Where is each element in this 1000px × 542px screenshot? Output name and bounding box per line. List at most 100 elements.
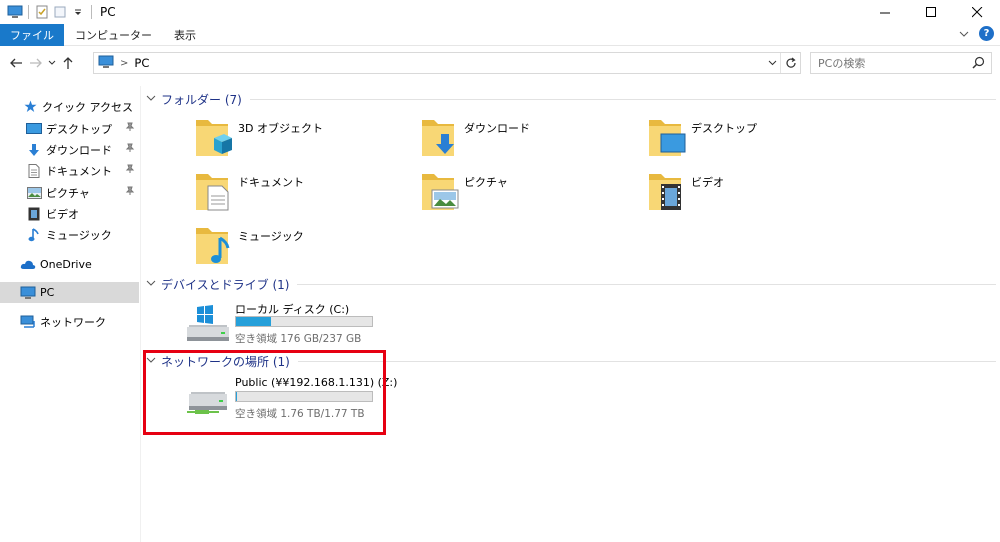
search-box[interactable]: [810, 52, 992, 74]
document-icon: [26, 163, 42, 179]
drive-name: ローカル ディスク (C:): [235, 303, 350, 316]
sidebar-item-label: ダウンロード: [46, 143, 112, 157]
folder-item-documents[interactable]: ドキュメント: [194, 170, 404, 214]
highlight-annotation-box: [143, 350, 386, 435]
breadcrumb-chevron-icon[interactable]: >: [120, 58, 128, 69]
group-divider: [297, 283, 996, 285]
maximize-button[interactable]: [908, 0, 954, 24]
sidebar-item-label: ミュージック: [46, 228, 112, 242]
sidebar-item-music[interactable]: ミュージック: [0, 224, 139, 245]
close-icon: [971, 6, 982, 17]
group-header-folders[interactable]: フォルダー (7): [146, 89, 996, 109]
sidebar-item-label: ドキュメント: [46, 164, 112, 178]
help-button[interactable]: ?: [979, 26, 994, 41]
3d-objects-folder-icon: [194, 116, 234, 160]
folder-item-pictures[interactable]: ピクチャ: [420, 170, 630, 214]
sidebar-item-videos[interactable]: ビデオ: [0, 203, 139, 224]
folder-item-3d-objects[interactable]: 3D オブジェクト: [194, 116, 404, 160]
group-divider: [249, 98, 996, 100]
chevron-down-icon[interactable]: [146, 94, 158, 105]
pc-icon[interactable]: [6, 3, 24, 21]
sidebar-item-label: PC: [40, 286, 55, 299]
desktop-icon: [26, 121, 42, 137]
address-dropdown-button[interactable]: [764, 53, 780, 73]
folder-label: 3D オブジェクト: [238, 122, 323, 135]
recent-locations-button[interactable]: [46, 52, 58, 74]
up-button[interactable]: [58, 52, 78, 74]
videos-folder-icon: [647, 170, 687, 214]
folder-label: ダウンロード: [464, 122, 530, 135]
refresh-icon: [785, 57, 796, 68]
navigation-pane: クイック アクセス デスクトップ ダウンロード ドキュメント ピクチャ ビデオ: [0, 86, 141, 542]
pc-icon: [98, 55, 114, 72]
refresh-button[interactable]: [780, 53, 800, 73]
sidebar-item-desktop[interactable]: デスクトップ: [0, 118, 139, 139]
folder-item-music[interactable]: ミュージック: [194, 224, 404, 268]
close-button[interactable]: [954, 0, 1000, 24]
pin-icon[interactable]: [125, 164, 135, 177]
folder-item-desktop[interactable]: デスクトップ: [647, 116, 857, 160]
folder-label: ビデオ: [691, 176, 724, 189]
back-arrow-icon: [10, 58, 22, 68]
tab-view[interactable]: 表示: [163, 24, 207, 46]
pin-icon[interactable]: [125, 122, 135, 135]
chevron-down-icon: [768, 60, 776, 66]
sidebar-item-label: OneDrive: [40, 258, 92, 271]
star-icon: [22, 99, 38, 115]
sidebar-item-pc[interactable]: PC: [0, 282, 139, 303]
sidebar-item-onedrive[interactable]: OneDrive: [0, 254, 139, 275]
sidebar-item-documents[interactable]: ドキュメント: [0, 160, 139, 181]
folder-label: デスクトップ: [691, 122, 757, 135]
pc-icon: [20, 285, 36, 301]
sidebar-item-label: クイック アクセス: [42, 100, 133, 114]
drive-item-local-disk[interactable]: ローカル ディスク (C:) 空き領域 176 GB/237 GB: [185, 301, 405, 351]
search-input[interactable]: [818, 56, 968, 70]
expand-ribbon-icon[interactable]: [959, 30, 969, 38]
ribbon-right-controls: ?: [959, 26, 994, 41]
maximize-icon: [925, 6, 936, 17]
sidebar-item-network[interactable]: ネットワーク: [0, 311, 139, 332]
quick-access-toolbar: [0, 0, 96, 24]
drive-free-space: 空き領域 176 GB/237 GB: [235, 333, 362, 345]
pictures-folder-icon: [420, 170, 460, 214]
navigation-bar: > PC: [0, 48, 1000, 78]
local-disk-icon: [185, 305, 231, 343]
download-icon: [26, 142, 42, 158]
group-title: フォルダー (7): [161, 92, 242, 107]
new-folder-icon[interactable]: [51, 3, 69, 21]
sidebar-item-label: ネットワーク: [40, 315, 106, 329]
customize-toolbar-icon[interactable]: [69, 3, 87, 21]
minimize-button[interactable]: [862, 0, 908, 24]
picture-icon: [26, 185, 42, 201]
network-icon: [20, 314, 36, 330]
window-controls: [862, 0, 1000, 24]
content-pane: フォルダー (7) 3D オブジェクト ダウンロード デスクトップ ドキュメント…: [142, 86, 1000, 542]
tab-computer[interactable]: コンピューター: [64, 24, 163, 46]
folder-item-downloads[interactable]: ダウンロード: [420, 116, 630, 160]
back-button[interactable]: [6, 52, 26, 74]
search-icon[interactable]: [972, 56, 985, 72]
title-bar: PC: [0, 0, 1000, 24]
up-arrow-icon: [63, 57, 73, 69]
breadcrumb-pc[interactable]: PC: [134, 56, 149, 70]
forward-arrow-icon: [30, 58, 42, 68]
sidebar-item-pictures[interactable]: ピクチャ: [0, 182, 139, 203]
folder-item-videos[interactable]: ビデオ: [647, 170, 857, 214]
pin-icon[interactable]: [125, 143, 135, 156]
group-divider: [297, 360, 996, 362]
properties-icon[interactable]: [33, 3, 51, 21]
chevron-down-icon[interactable]: [146, 279, 158, 290]
pin-icon[interactable]: [125, 186, 135, 199]
address-bar[interactable]: > PC: [93, 52, 801, 74]
group-header-devices[interactable]: デバイスとドライブ (1): [146, 274, 996, 294]
sidebar-item-label: ビデオ: [46, 207, 79, 221]
forward-button[interactable]: [26, 52, 46, 74]
drive-usage-fill: [236, 317, 272, 326]
folder-label: ピクチャ: [464, 176, 508, 189]
video-icon: [26, 206, 42, 222]
group-title: デバイスとドライブ (1): [161, 277, 290, 292]
music-folder-icon: [194, 224, 234, 268]
sidebar-item-quick-access[interactable]: クイック アクセス: [0, 96, 139, 117]
sidebar-item-downloads[interactable]: ダウンロード: [0, 139, 139, 160]
tab-file[interactable]: ファイル: [0, 23, 64, 46]
